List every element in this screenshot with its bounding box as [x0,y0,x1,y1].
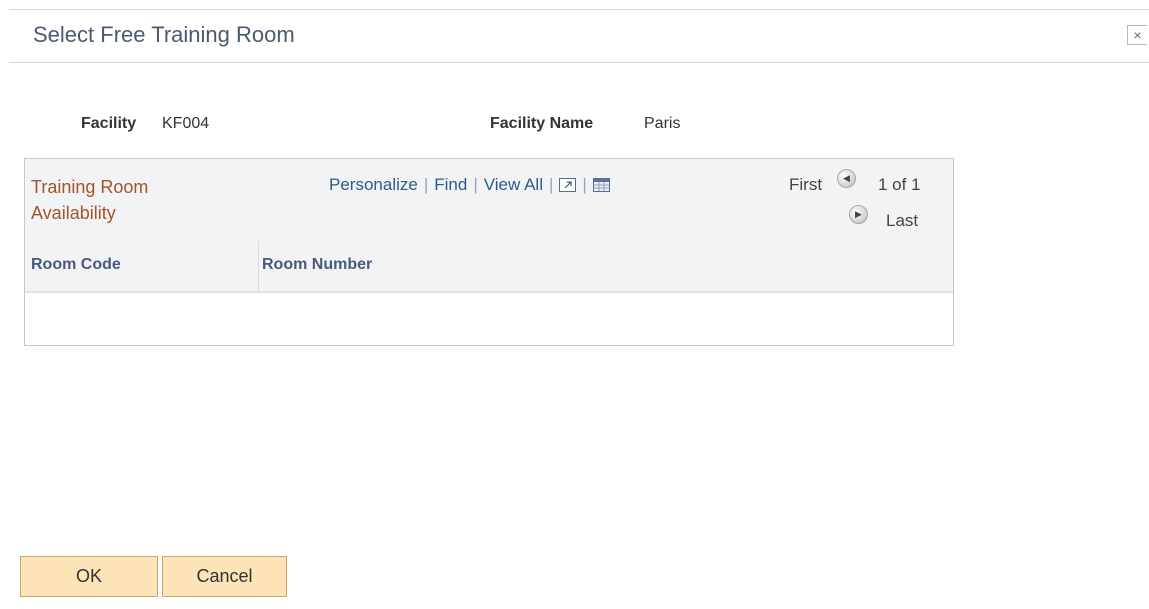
nav-separator: | [548,175,554,194]
ok-button[interactable]: OK [20,556,158,597]
dialog-title: Select Free Training Room [33,22,295,47]
pager-last-label: Last [886,211,919,230]
facility-value: KF004 [162,115,210,132]
find-link[interactable]: Find [434,175,467,194]
grid-title-line1: Training Room [31,177,149,197]
column-header-room-number[interactable]: Room Number [262,256,372,274]
next-arrow-icon[interactable]: ▶ [849,205,868,224]
facility-name-label: Facility Name [490,115,594,132]
spreadsheet-icon[interactable] [592,178,610,192]
top-border [9,9,1149,10]
column-header-row: Room Code Room Number [25,241,953,293]
previous-arrow-icon[interactable]: ◀ [837,169,856,188]
table-row [25,293,953,345]
facility-label: Facility [81,115,137,132]
grid-title-line2: Availability [31,203,116,223]
dialog: Select Free Training Room × Facility KF0… [0,0,1149,609]
grid-title: Training Room Availability [31,174,231,226]
training-room-grid: Training Room Availability Personalize | F… [24,158,954,346]
grid-header: Training Room Availability Personalize | F… [25,159,953,242]
title-divider [9,62,1149,63]
column-header-room-code[interactable]: Room Code [31,256,121,274]
view-all-link[interactable]: View All [484,175,543,194]
nav-separator: | [423,175,429,194]
pager-first-label: First [789,175,823,194]
new-window-icon[interactable] [559,178,577,192]
pager-count: 1 of 1 [878,175,921,194]
nav-separator: | [473,175,478,194]
grid-nav: Personalize | Find | View All | | [329,175,610,195]
nav-separator: | [582,175,587,194]
cancel-button[interactable]: Cancel [162,556,287,597]
personalize-link[interactable]: Personalize [329,175,418,194]
facility-name-value: Paris [644,115,681,132]
close-icon[interactable]: × [1127,25,1147,45]
